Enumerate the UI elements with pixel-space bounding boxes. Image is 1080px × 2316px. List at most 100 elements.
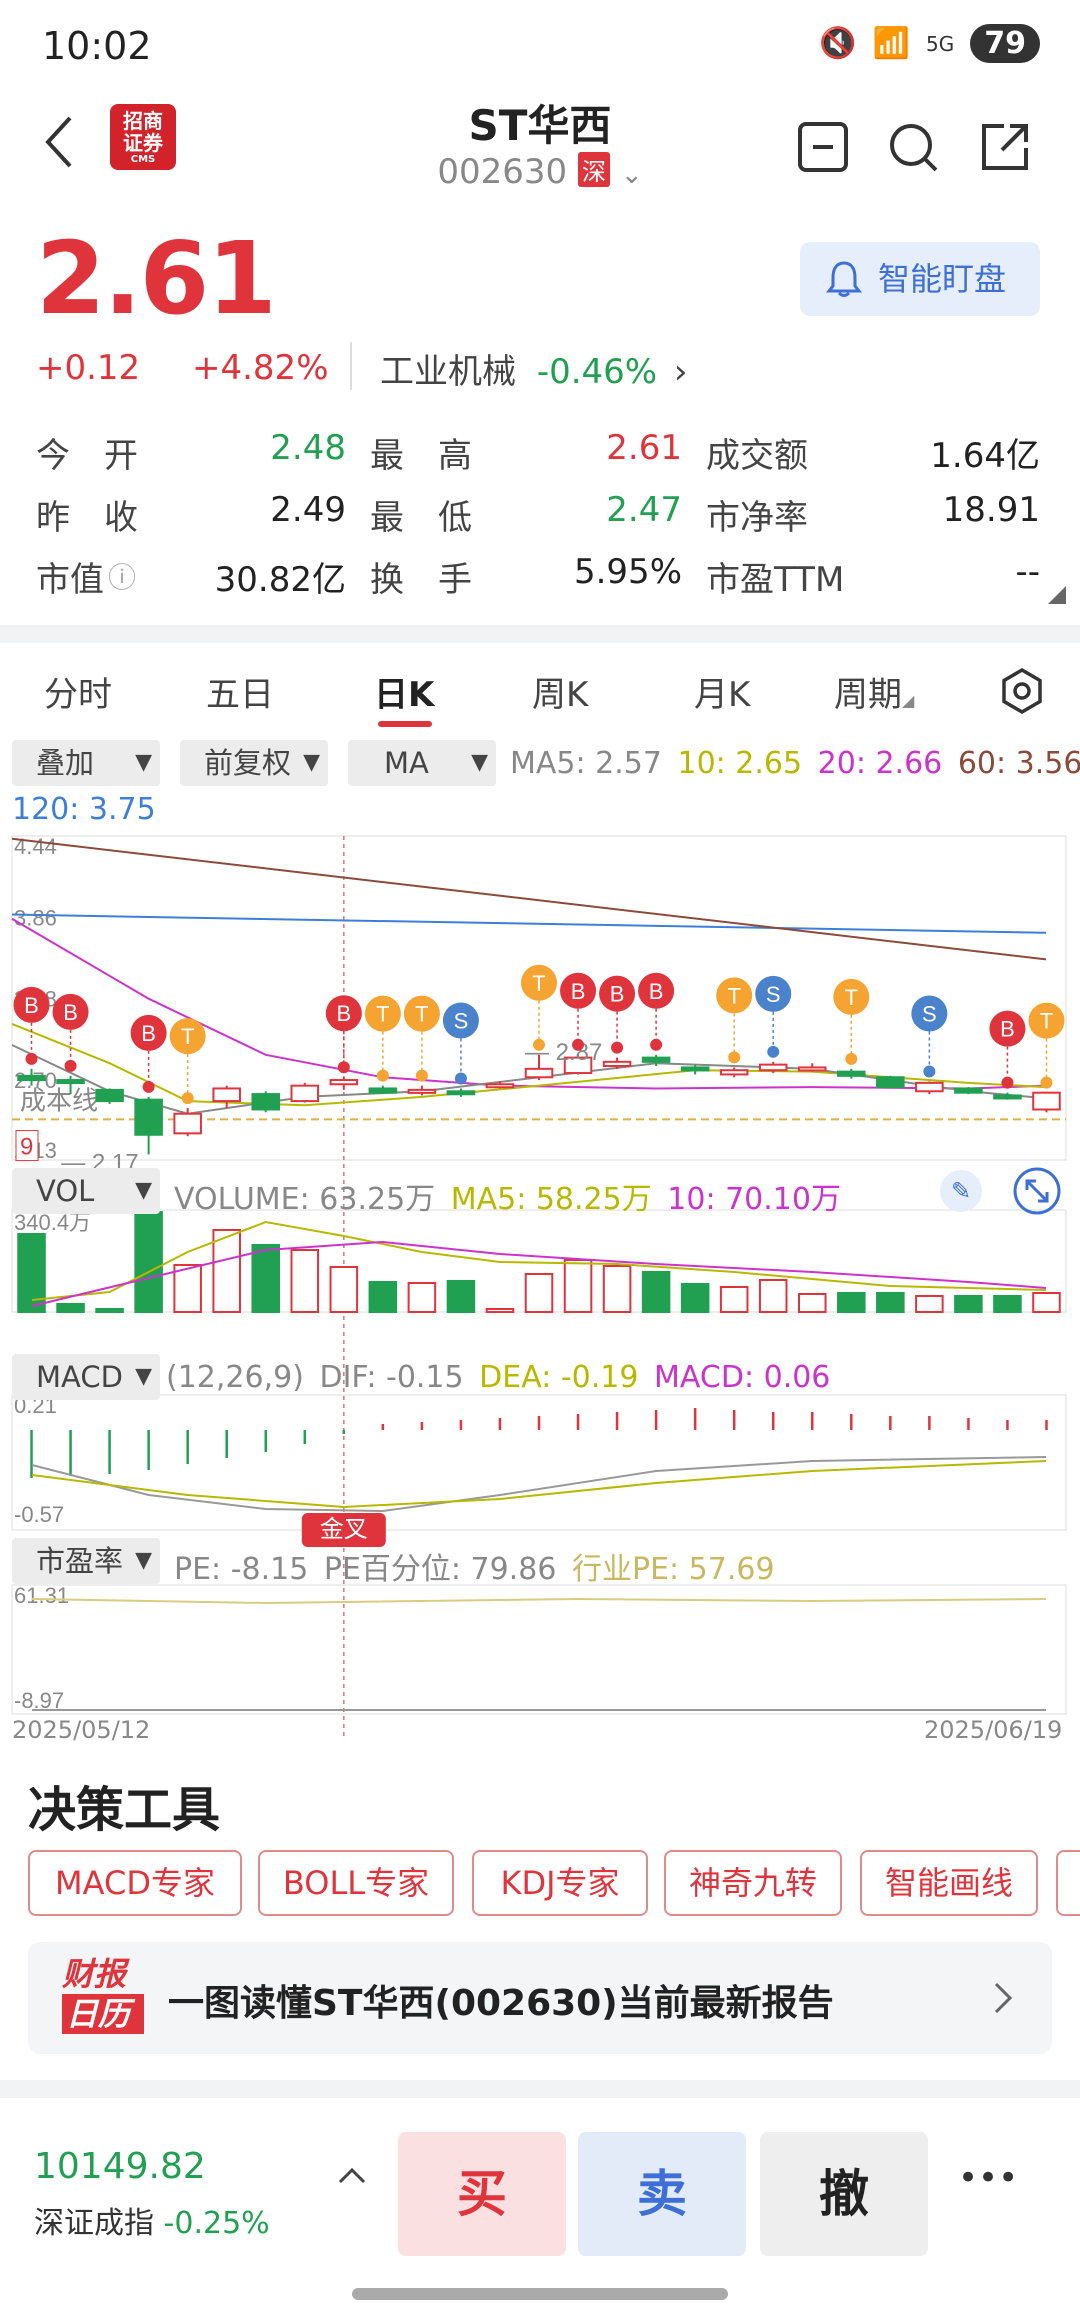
signal-dot: [1001, 1076, 1014, 1089]
volume-select-label: VOL: [36, 1174, 95, 1208]
candle-body: [954, 1087, 983, 1094]
signal-dot: [845, 1052, 858, 1065]
price-change: +0.12: [36, 348, 141, 388]
tool-magic-nine[interactable]: 神奇九转: [664, 1850, 842, 1916]
wifi-icon: 📶: [872, 26, 911, 61]
pe-select[interactable]: 市盈率 ▼: [12, 1538, 160, 1584]
signal-dot: [767, 1045, 780, 1058]
candle-body: [641, 1056, 671, 1063]
stat-label: 最 高: [370, 436, 472, 476]
volume-bar: [329, 1266, 359, 1313]
candle-body: [915, 1081, 944, 1093]
indicator-select[interactable]: MA ▼: [348, 740, 496, 786]
minus-square-icon[interactable]: [796, 120, 850, 174]
sell-button[interactable]: 卖: [578, 2132, 746, 2256]
pe-max-label: 61.31: [14, 1583, 69, 1608]
tool-smart-draw[interactable]: 智能画线: [860, 1850, 1038, 1916]
buy-button[interactable]: 买: [398, 2132, 566, 2256]
tab-intraday[interactable]: 分时: [44, 667, 112, 716]
ma10-value: 10: 2.65: [677, 746, 803, 781]
dropdown-arrow-icon: ▼: [135, 1178, 152, 1203]
industry-link[interactable]: 工业机械 -0.46% ›: [380, 344, 688, 393]
stat-value: 2.49: [270, 490, 346, 530]
volume-bar: [954, 1295, 983, 1313]
industry-pe-line: [31, 1597, 1047, 1605]
status-icons: 🔇 📶 5G 79: [819, 24, 1040, 63]
report-text: 一图读懂ST华西(002630)当前最新报告: [168, 1983, 834, 2024]
pencil-icon[interactable]: ✎: [940, 1170, 982, 1212]
signal-dot: [533, 1038, 545, 1051]
tab-period[interactable]: 周期◢: [834, 667, 914, 716]
home-indicator: [352, 2288, 728, 2300]
status-time: 10:02: [42, 24, 152, 68]
volume-bar: [446, 1280, 476, 1313]
volume-select[interactable]: VOL ▼: [12, 1168, 160, 1214]
tab-monthly-k[interactable]: 月K: [694, 667, 750, 716]
volume-bar: [680, 1283, 710, 1313]
candle-body: [797, 1066, 827, 1072]
candle-body: [1032, 1091, 1061, 1111]
index-value[interactable]: 10149.82: [34, 2146, 206, 2187]
fullscreen-icon[interactable]: [1012, 1166, 1062, 1216]
cost-line-label: 成本线: [20, 1085, 98, 1115]
tool-more-partial[interactable]: [1056, 1850, 1080, 1916]
more-icon[interactable]: •••: [958, 2158, 1018, 2198]
smart-watch-button[interactable]: 智能盯盘: [800, 242, 1040, 316]
share-icon[interactable]: [978, 120, 1032, 174]
signal-letter: S: [766, 982, 781, 1007]
stock-header: 招商证券 CMS ST华西 002630 深 ⌄: [0, 90, 1080, 220]
adjust-select[interactable]: 前复权 ▼: [180, 740, 328, 786]
candle-body: [837, 1070, 866, 1077]
bell-icon: [826, 261, 862, 297]
volume-bar: [212, 1229, 241, 1313]
stat-label: 今 开: [36, 436, 138, 476]
signal-dot: [415, 1069, 428, 1082]
tab-weekly-k[interactable]: 周K: [532, 667, 588, 716]
volume-bar: [1032, 1292, 1061, 1313]
pe-percentile: PE百分位: 79.86: [323, 1552, 557, 1587]
tool-boll-expert[interactable]: BOLL专家: [258, 1850, 454, 1916]
signal-dot: [650, 1038, 663, 1051]
signal-dot: [1040, 1076, 1053, 1089]
signal-letter: B: [24, 993, 39, 1018]
index-change: -0.25%: [163, 2206, 270, 2241]
macd-dif-line: [31, 1456, 1047, 1513]
y-axis-tick-label: 3.86: [14, 905, 57, 930]
overlay-select[interactable]: 叠加 ▼: [12, 740, 160, 786]
ma5-value: MA5: 2.57: [510, 746, 662, 781]
chevron-up-icon[interactable]: [336, 2164, 368, 2186]
expand-corner-icon[interactable]: [1048, 586, 1066, 604]
kline-chart[interactable]: 4.443.863.282.702.13成本线— 2.17— 2.879BBBT…: [0, 830, 1080, 1750]
volume-bar: [485, 1308, 515, 1313]
indicator-label: MA: [384, 746, 429, 780]
decision-tools-title-text: 决策工具: [28, 1782, 221, 1838]
stock-code: 002630: [437, 152, 568, 192]
info-icon[interactable]: ⓘ: [108, 556, 136, 596]
stat-label: 换 手: [370, 560, 472, 600]
settings-icon[interactable]: [998, 667, 1046, 715]
signal-letter: B: [63, 1000, 78, 1025]
stat-label: 市净率: [706, 498, 808, 538]
financial-report-banner[interactable]: 财报 日历 一图读懂ST华西(002630)当前最新报告: [28, 1942, 1052, 2054]
pe-legend: PE: -8.15 PE百分位: 79.86 行业PE: 57.69: [174, 1544, 775, 1588]
signal-letter: B: [649, 979, 664, 1004]
tab-five-day[interactable]: 五日: [206, 667, 274, 716]
macd-params: (12,26,9): [166, 1360, 304, 1395]
tool-macd-expert[interactable]: MACD专家: [28, 1850, 242, 1916]
macd-select[interactable]: MACD ▼: [12, 1354, 160, 1400]
cancel-order-button[interactable]: 撤: [760, 2132, 928, 2256]
volume-bar: [134, 1211, 163, 1313]
signal-letter: T: [181, 1024, 194, 1049]
adjust-label: 前复权: [204, 746, 292, 780]
candle-body: [368, 1087, 398, 1094]
candle-body: [993, 1094, 1022, 1100]
volume-bar: [876, 1292, 905, 1313]
mute-icon: 🔇: [819, 26, 857, 61]
tool-kdj-expert[interactable]: KDJ专家: [472, 1850, 648, 1916]
divider: [350, 342, 352, 390]
stat-label: 昨 收: [36, 498, 138, 538]
financial-calendar-logo: 财报 日历: [62, 1954, 144, 2040]
search-icon[interactable]: [886, 120, 940, 174]
index-info[interactable]: 深证成指 -0.25%: [34, 2198, 270, 2242]
tab-daily-k[interactable]: 日K: [374, 667, 434, 716]
